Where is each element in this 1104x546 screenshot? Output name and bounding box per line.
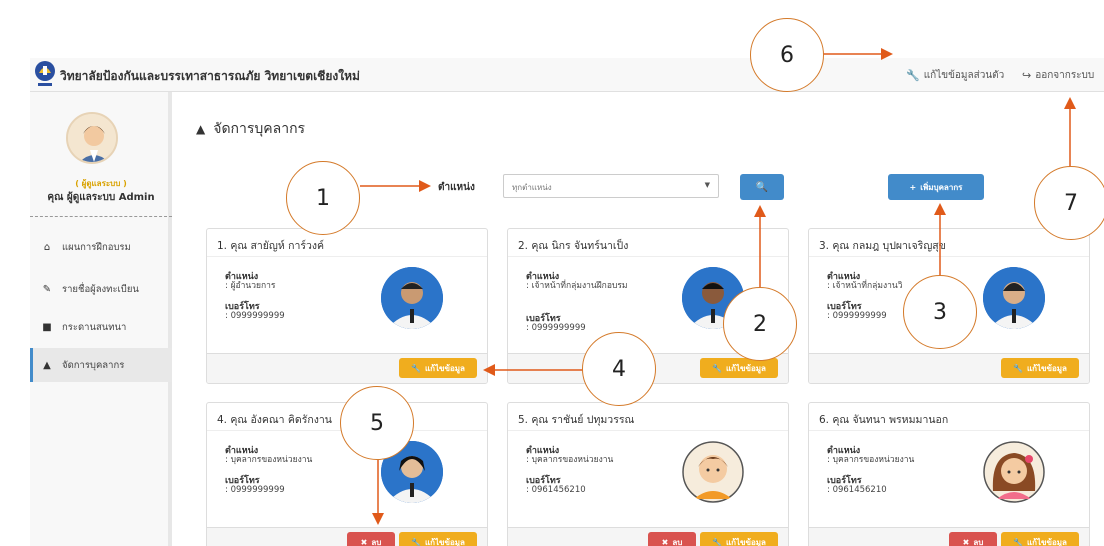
personnel-name: 1. คุณ สายัญห์ การ์วงค์ xyxy=(207,229,487,257)
close-icon: ✖ xyxy=(661,537,669,546)
sidebar-item-label: กระดานสนทนา xyxy=(62,321,127,333)
phone-value: : 0999999999 xyxy=(827,311,887,321)
position-value: : บุคลากรของหน่วยงาน xyxy=(526,455,614,465)
top-navbar: วิทยาลัยป้องกันและบรรเทาสาธารณภัย วิทยาเ… xyxy=(30,58,1104,92)
callout-4: 4 xyxy=(582,332,656,406)
page-title: ▲ จัดการบุคลากร xyxy=(196,118,305,140)
edit-label: แก้ไขข้อมูล xyxy=(425,363,465,373)
personnel-card: 6. คุณ จันทนา พรหมมานอก ตำแหน่ง : บุคลาก… xyxy=(808,402,1090,546)
callout-1: 1 xyxy=(286,161,360,235)
position-select-value: ทุกตำแหน่ง xyxy=(512,183,552,192)
close-icon: ✖ xyxy=(360,537,368,546)
phone-value: : 0999999999 xyxy=(225,485,285,495)
delete-button[interactable]: ✖ ลบ xyxy=(949,532,997,546)
position-filter-label: ตำแหน่ง xyxy=(438,182,475,193)
edit-label: แก้ไขข้อมูล xyxy=(425,537,465,546)
sign-out-icon: ↪ xyxy=(1022,69,1032,82)
edit-button[interactable]: 🔧 แก้ไขข้อมูล xyxy=(1001,532,1079,546)
personnel-name: 5. คุณ ราชันย์ ปทุมวรรณ xyxy=(508,403,788,431)
personnel-card: 1. คุณ สายัญห์ การ์วงค์ ตำแหน่ง : ผู้อำน… xyxy=(206,228,488,384)
sidebar-item-registrants[interactable]: ✎ รายชื่อผู้ลงทะเบียน xyxy=(30,272,172,306)
user-role: ( ผู้ดูแลระบบ ) xyxy=(75,179,127,188)
phone-value: : 0961456210 xyxy=(827,485,887,495)
user-icon: ▲ xyxy=(196,122,206,136)
personnel-card: 5. คุณ ราชันย์ ปทุมวรรณ ตำแหน่ง : บุคลาก… xyxy=(507,402,789,546)
female-avatar-icon xyxy=(983,441,1045,503)
sidebar-item-label: รายชื่อผู้ลงทะเบียน xyxy=(62,283,139,295)
sidebar-item-training-plan[interactable]: ⌂ แผนการฝึกอบรม xyxy=(30,230,172,264)
callout-3: 3 xyxy=(903,275,977,349)
app-title[interactable]: วิทยาลัยป้องกันและบรรเทาสาธารณภัย วิทยาเ… xyxy=(60,67,360,86)
home-icon: ⌂ xyxy=(43,241,51,253)
pencil-icon: ✎ xyxy=(42,283,52,295)
add-personnel-button[interactable]: + เพิ่มบุคลากร xyxy=(888,174,984,200)
delete-label: ลบ xyxy=(672,537,683,546)
wrench-icon: 🔧 xyxy=(712,363,722,373)
callout-5: 5 xyxy=(340,386,414,460)
wrench-icon: 🔧 xyxy=(1013,363,1023,373)
personnel-name: 3. คุณ กลมฎ บุปผาเจริญสุข xyxy=(809,229,1089,257)
edit-label: แก้ไขข้อมูล xyxy=(726,537,766,546)
plus-icon: + xyxy=(909,182,917,192)
personnel-name: 2. คุณ นิกร จันทร์นาเป็ง xyxy=(508,229,788,257)
personnel-photo xyxy=(983,267,1045,329)
logout-label: ออกจากระบบ xyxy=(1035,70,1095,81)
edit-button[interactable]: 🔧 แก้ไขข้อมูล xyxy=(700,532,778,546)
edit-button[interactable]: 🔧 แก้ไขข้อมูล xyxy=(1001,358,1079,378)
edit-button[interactable]: 🔧 แก้ไขข้อมูล xyxy=(399,532,477,546)
callout-7: 7 xyxy=(1034,166,1104,240)
bookmark-icon: ■ xyxy=(42,321,52,333)
position-select[interactable]: ทุกตำแหน่ง ▼ xyxy=(503,174,719,198)
wrench-icon: 🔧 xyxy=(712,537,722,546)
phone-value: : 0999999999 xyxy=(526,323,586,333)
position-value: : บุคลากรของหน่วยงาน xyxy=(827,455,915,465)
sidebar-item-personnel[interactable]: ▲ จัดการบุคลากร xyxy=(30,348,172,382)
user-icon: ▲ xyxy=(43,359,51,371)
sidebar-item-label: จัดการบุคลากร xyxy=(62,359,125,371)
position-value: : ผู้อำนวยการ xyxy=(225,281,276,291)
callout-6: 6 xyxy=(750,18,824,92)
wrench-icon: 🔧 xyxy=(1013,537,1023,546)
personnel-photo xyxy=(381,267,443,329)
edit-profile-label: แก้ไขข้อมูลส่วนตัว xyxy=(923,70,1005,81)
add-personnel-label: เพิ่มบุคลากร xyxy=(920,182,963,192)
callout-2: 2 xyxy=(723,287,797,361)
delete-button[interactable]: ✖ ลบ xyxy=(347,532,395,546)
logout-link[interactable]: ↪ ออกจากระบบ xyxy=(1022,68,1094,83)
position-value: : เจ้าหน้าที่กลุ่มงานฝึกอบรม xyxy=(526,281,628,291)
search-button[interactable]: 🔍 xyxy=(740,174,784,200)
wrench-icon: 🔧 xyxy=(906,69,920,82)
delete-label: ลบ xyxy=(371,537,382,546)
edit-button[interactable]: 🔧 แก้ไขข้อมูล xyxy=(700,358,778,378)
page-title-text: จัดการบุคลากร xyxy=(213,121,306,137)
college-logo-icon xyxy=(34,60,56,88)
edit-label: แก้ไขข้อมูล xyxy=(1027,537,1067,546)
sidebar: ( ผู้ดูแลระบบ ) คุณ ผู้ดูแลระบบ Admin ⌂ … xyxy=(30,92,172,546)
sidebar-divider xyxy=(30,216,172,217)
user-avatar xyxy=(66,112,118,164)
edit-label: แก้ไขข้อมูล xyxy=(726,363,766,373)
search-icon: 🔍 xyxy=(755,181,769,193)
caret-down-icon: ▼ xyxy=(704,181,710,189)
sidebar-item-label: แผนการฝึกอบรม xyxy=(62,241,131,253)
phone-value: : 0999999999 xyxy=(225,311,285,321)
user-name: คุณ ผู้ดูแลระบบ Admin xyxy=(47,192,155,203)
wrench-icon: 🔧 xyxy=(411,537,421,546)
sidebar-item-forum[interactable]: ■ กระดานสนทนา xyxy=(30,310,172,344)
close-icon: ✖ xyxy=(962,537,970,546)
phone-value: : 0961456210 xyxy=(526,485,586,495)
wrench-icon: 🔧 xyxy=(411,363,421,373)
personnel-name: 6. คุณ จันทนา พรหมมานอก xyxy=(809,403,1089,431)
delete-button[interactable]: ✖ ลบ xyxy=(648,532,696,546)
position-value: : บุคลากรของหน่วยงาน xyxy=(225,455,313,465)
edit-profile-link[interactable]: 🔧 แก้ไขข้อมูลส่วนตัว xyxy=(906,68,1004,83)
edit-label: แก้ไขข้อมูล xyxy=(1027,363,1067,373)
edit-button[interactable]: 🔧 แก้ไขข้อมูล xyxy=(399,358,477,378)
delete-label: ลบ xyxy=(973,537,984,546)
male-avatar-icon xyxy=(682,441,744,503)
